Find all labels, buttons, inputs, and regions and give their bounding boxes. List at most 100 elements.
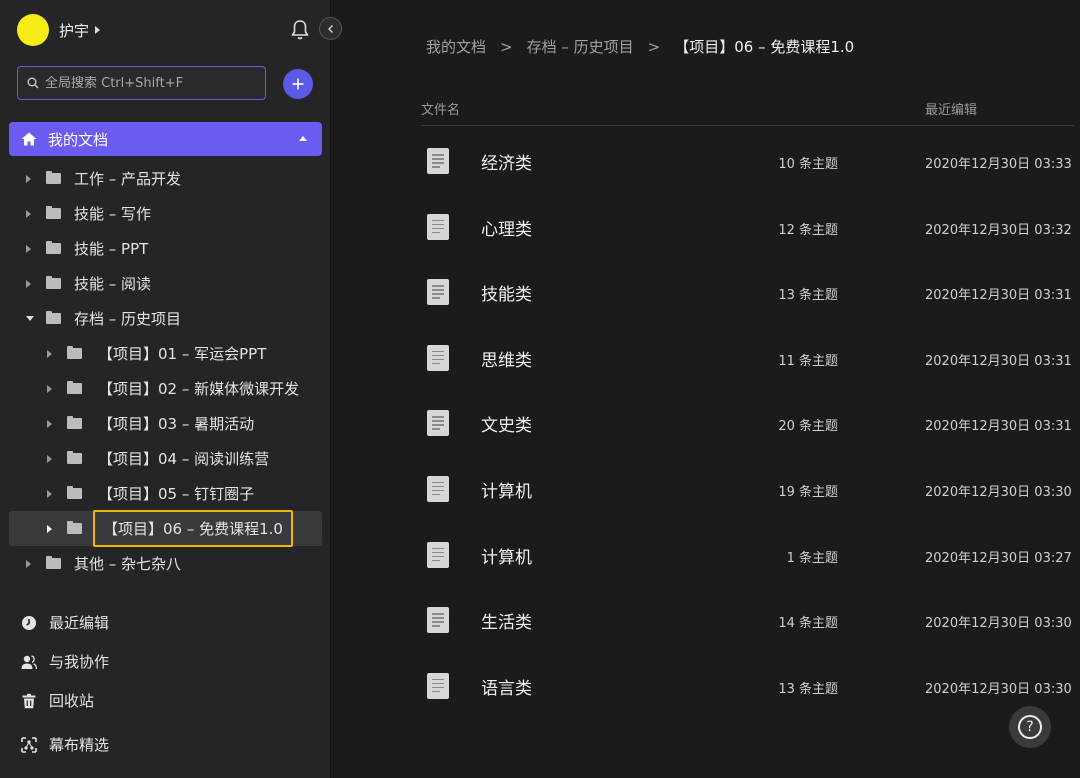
folder-skill-reading[interactable]: 技能 – 阅读 bbox=[0, 266, 331, 301]
folder-label: 技能 – PPT bbox=[74, 240, 149, 258]
expand-icon[interactable] bbox=[26, 244, 31, 253]
home-icon bbox=[21, 132, 37, 146]
folder-icon bbox=[46, 171, 61, 184]
collapse-sidebar-button[interactable] bbox=[319, 17, 342, 40]
nav-recent[interactable]: 最近编辑 bbox=[0, 603, 331, 642]
mindmap-icon bbox=[21, 736, 37, 753]
global-search[interactable] bbox=[17, 66, 266, 100]
folder-icon bbox=[67, 451, 82, 464]
file-row[interactable]: 经济类 10 条主题 2020年12月30日 03:33 bbox=[421, 127, 1080, 193]
folder-work-product[interactable]: 工作 – 产品开发 bbox=[0, 161, 331, 196]
search-input[interactable] bbox=[45, 75, 245, 91]
folder-skill-writing[interactable]: 技能 – 写作 bbox=[0, 196, 331, 231]
file-row[interactable]: 语言类 13 条主题 2020年12月30日 03:30 bbox=[421, 652, 1080, 718]
clock-icon bbox=[22, 615, 36, 630]
folder-project-01[interactable]: 【项目】01 – 军运会PPT bbox=[0, 336, 331, 371]
nav-featured[interactable]: 幕布精选 bbox=[0, 725, 331, 764]
folder-icon bbox=[46, 556, 61, 569]
nav-label: 与我协作 bbox=[49, 653, 110, 671]
expand-icon[interactable] bbox=[26, 174, 31, 183]
document-icon bbox=[427, 607, 449, 634]
username[interactable]: 护宇 bbox=[59, 20, 89, 41]
collapse-icon[interactable] bbox=[26, 316, 34, 321]
trash-icon bbox=[22, 693, 36, 708]
file-row[interactable]: 计算机 1 条主题 2020年12月30日 03:27 bbox=[421, 521, 1080, 587]
nav-trash[interactable]: 回收站 bbox=[0, 681, 331, 720]
file-row[interactable]: 文史类 20 条主题 2020年12月30日 03:31 bbox=[421, 389, 1080, 455]
folder-project-03[interactable]: 【项目】03 – 暑期活动 bbox=[0, 406, 331, 441]
file-row[interactable]: 思维类 11 条主题 2020年12月30日 03:31 bbox=[421, 324, 1080, 390]
user-menu[interactable]: 护宇 bbox=[17, 14, 101, 46]
file-row[interactable]: 心理类 12 条主题 2020年12月30日 03:32 bbox=[421, 193, 1080, 259]
document-icon bbox=[427, 279, 449, 306]
breadcrumb-item[interactable]: 我的文档 bbox=[426, 36, 486, 57]
topic-count: 13 条主题 bbox=[778, 681, 838, 697]
file-name: 计算机 bbox=[481, 547, 532, 568]
expand-icon[interactable] bbox=[47, 524, 52, 533]
file-row[interactable]: 计算机 19 条主题 2020年12月30日 03:30 bbox=[421, 455, 1080, 521]
topic-count: 11 条主题 bbox=[778, 353, 838, 369]
expand-icon[interactable] bbox=[47, 349, 52, 358]
edit-time: 2020年12月30日 03:30 bbox=[925, 681, 1072, 697]
expand-icon[interactable] bbox=[47, 384, 52, 393]
breadcrumb-separator: > bbox=[647, 37, 661, 56]
avatar[interactable] bbox=[17, 14, 49, 46]
file-name: 技能类 bbox=[481, 285, 532, 306]
folder-tree: 工作 – 产品开发 技能 – 写作 技能 – PPT 技能 – 阅读 存档 – … bbox=[0, 161, 331, 581]
topic-count: 13 条主题 bbox=[778, 288, 838, 304]
document-icon bbox=[427, 344, 449, 371]
sidebar-item-my-docs[interactable]: 我的文档 bbox=[9, 122, 322, 156]
document-icon bbox=[427, 410, 449, 437]
folder-label: 【项目】03 – 暑期活动 bbox=[98, 415, 255, 433]
search-icon bbox=[27, 77, 39, 89]
expand-icon[interactable] bbox=[47, 454, 52, 463]
topic-count: 1 条主题 bbox=[786, 550, 838, 566]
edit-time: 2020年12月30日 03:27 bbox=[925, 550, 1072, 566]
file-name: 文史类 bbox=[481, 416, 532, 437]
folder-label: 【项目】05 – 钉钉圈子 bbox=[98, 485, 255, 503]
nav-collaborate[interactable]: 与我协作 bbox=[0, 642, 331, 681]
help-button[interactable]: ? bbox=[1009, 706, 1051, 748]
expand-icon[interactable] bbox=[26, 279, 31, 288]
folder-project-06[interactable]: 【项目】06 – 免费课程1.0 bbox=[9, 510, 322, 547]
nav-label: 回收站 bbox=[49, 692, 95, 710]
document-icon bbox=[427, 672, 449, 699]
bottom-nav: 最近编辑 与我协作 回收站 幕布精选 bbox=[0, 603, 331, 764]
sidebar: 护宇 我的文档 工作 – 产品开发 bbox=[0, 0, 342, 778]
expand-icon[interactable] bbox=[47, 489, 52, 498]
plus-icon bbox=[292, 78, 304, 90]
add-button[interactable] bbox=[283, 69, 313, 99]
document-icon bbox=[427, 475, 449, 502]
file-name: 计算机 bbox=[481, 481, 532, 502]
document-icon bbox=[427, 148, 449, 174]
topic-count: 19 条主题 bbox=[778, 484, 838, 500]
caret-right-icon[interactable] bbox=[95, 26, 101, 34]
folder-icon bbox=[67, 346, 82, 359]
folder-label: 【项目】02 – 新媒体微课开发 bbox=[98, 380, 300, 398]
edit-time: 2020年12月30日 03:31 bbox=[925, 419, 1072, 435]
folder-project-02[interactable]: 【项目】02 – 新媒体微课开发 bbox=[0, 371, 331, 406]
topic-count: 20 条主题 bbox=[778, 419, 838, 435]
expand-icon[interactable] bbox=[26, 209, 31, 218]
topic-count: 12 条主题 bbox=[778, 222, 838, 238]
caret-up-icon[interactable] bbox=[299, 136, 307, 141]
folder-skill-ppt[interactable]: 技能 – PPT bbox=[0, 231, 331, 266]
folder-archive-history[interactable]: 存档 – 历史项目 bbox=[0, 301, 331, 336]
file-name: 心理类 bbox=[481, 219, 532, 240]
folder-project-05[interactable]: 【项目】05 – 钉钉圈子 bbox=[0, 476, 331, 511]
bell-icon[interactable] bbox=[290, 19, 310, 41]
breadcrumb: 我的文档 > 存档 – 历史项目 > 【项目】06 – 免费课程1.0 bbox=[426, 36, 854, 57]
edit-time: 2020年12月30日 03:33 bbox=[925, 157, 1072, 172]
expand-icon[interactable] bbox=[26, 559, 31, 568]
folder-icon bbox=[67, 521, 82, 534]
breadcrumb-item[interactable]: 存档 – 历史项目 bbox=[527, 36, 634, 57]
file-row[interactable]: 技能类 13 条主题 2020年12月30日 03:31 bbox=[421, 258, 1080, 324]
folder-other-misc[interactable]: 其他 – 杂七杂八 bbox=[0, 546, 331, 581]
chevron-left-icon bbox=[327, 24, 333, 33]
folder-project-04[interactable]: 【项目】04 – 阅读训练营 bbox=[0, 441, 331, 476]
folder-icon bbox=[46, 241, 61, 254]
file-row[interactable]: 生活类 14 条主题 2020年12月30日 03:30 bbox=[421, 586, 1080, 652]
file-name: 经济类 bbox=[481, 154, 532, 174]
nav-label: 幕布精选 bbox=[49, 736, 110, 754]
expand-icon[interactable] bbox=[47, 419, 52, 428]
